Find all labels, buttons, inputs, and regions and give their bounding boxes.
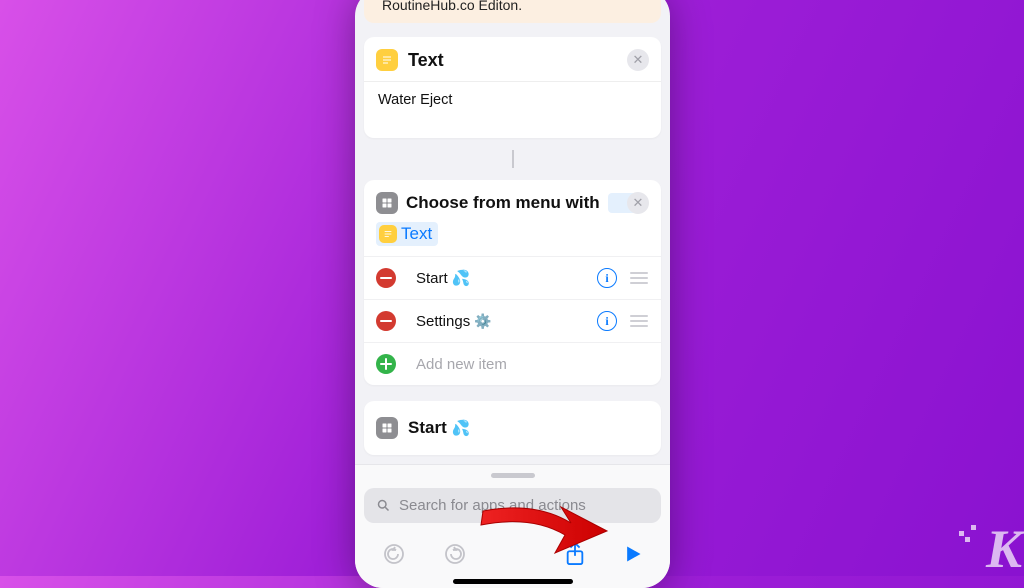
param-label: Text — [401, 224, 432, 244]
search-placeholder: Search for apps and actions — [399, 497, 586, 514]
phone-frame: RoutineHub.co Editon. Text ✕ Water Eject — [355, 0, 670, 588]
add-new-label: Add new item — [416, 356, 507, 373]
info-icon[interactable]: i — [597, 268, 617, 288]
close-icon[interactable]: ✕ — [627, 192, 649, 214]
action-start-block[interactable]: Start 💦 — [364, 401, 661, 455]
menu-item-label: Start — [416, 270, 448, 287]
menu-item-emoji: 💦 — [452, 270, 471, 287]
search-input[interactable]: Search for apps and actions — [364, 488, 661, 523]
remove-button[interactable] — [376, 311, 396, 331]
text-icon — [376, 49, 398, 71]
menu-item[interactable]: Start 💦 i — [364, 256, 661, 299]
search-icon — [376, 498, 391, 513]
add-new-item[interactable]: Add new item — [364, 342, 661, 385]
action-title: Text — [408, 50, 444, 71]
play-button[interactable] — [623, 543, 643, 570]
banner-text: RoutineHub.co Editon. — [382, 0, 522, 13]
menu-grid-icon — [376, 417, 398, 439]
action-title: Choose from menu with — [406, 193, 600, 213]
action-choose-menu[interactable]: Choose from menu with ✕ Text Start 💦 — [364, 180, 661, 385]
action-emoji: 💦 — [451, 420, 470, 437]
watermark: K — [986, 518, 1020, 580]
share-button[interactable] — [564, 541, 586, 572]
remove-button[interactable] — [376, 268, 396, 288]
close-icon[interactable]: ✕ — [627, 49, 649, 71]
banner-notice: RoutineHub.co Editon. — [364, 0, 661, 23]
info-icon[interactable]: i — [597, 311, 617, 331]
menu-item[interactable]: Settings ⚙️ i — [364, 299, 661, 342]
bottom-panel: Search for apps and actions — [355, 464, 670, 588]
add-icon[interactable] — [376, 354, 396, 374]
toolbar — [364, 541, 661, 572]
text-icon — [379, 225, 397, 243]
undo-button[interactable] — [382, 542, 406, 571]
action-title: Start — [408, 418, 447, 437]
redo-button[interactable] — [443, 542, 467, 571]
param-text-pill[interactable]: Text — [376, 222, 438, 246]
menu-item-label: Settings — [416, 313, 470, 330]
menu-grid-icon — [376, 192, 398, 214]
drag-handle[interactable] — [629, 315, 649, 327]
menu-item-emoji: ⚙️ — [474, 313, 491, 329]
sheet-handle[interactable] — [491, 473, 535, 478]
text-value[interactable]: Water Eject — [364, 82, 661, 138]
drag-handle[interactable] — [629, 272, 649, 284]
connector-line — [512, 150, 514, 168]
action-text-block[interactable]: Text ✕ Water Eject — [364, 37, 661, 138]
home-indicator — [453, 579, 573, 584]
